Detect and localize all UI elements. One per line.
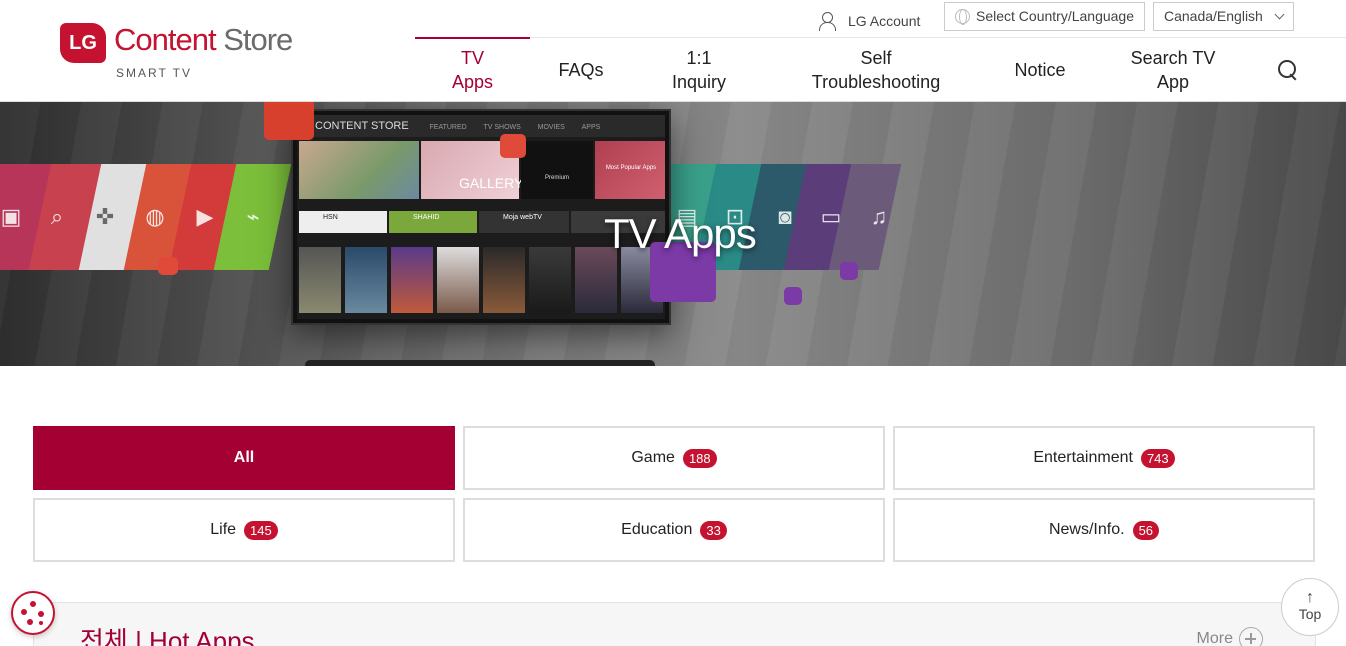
- lg-account-link[interactable]: LG Account: [818, 6, 920, 35]
- hero-title: TV Apps: [604, 210, 757, 257]
- tv-header-bar: CONTENT STORE FEATURED TV SHOWS MOVIES A…: [297, 115, 665, 137]
- retro-tv-icon: ▭: [820, 204, 842, 229]
- lg-logo-mark: LG: [60, 23, 106, 63]
- category-label: News/Info.: [1048, 521, 1125, 538]
- tv-featured-tile: [299, 141, 419, 199]
- lg-account-label: LG Account: [848, 12, 921, 29]
- decorative-cube: [784, 287, 802, 305]
- tv-poster: [345, 247, 387, 313]
- tv-app-shahid: SHAHID: [389, 211, 477, 233]
- search-icon[interactable]: [1277, 59, 1299, 81]
- globe-icon: ◍: [145, 204, 165, 229]
- lg-content-store-logo[interactable]: LG Content Store SMART TV: [60, 20, 330, 82]
- tv-stand: [305, 360, 655, 366]
- count-badge: 743: [1140, 448, 1175, 468]
- site-header: LG Content Store SMART TV LG Account Sel…: [0, 0, 1346, 102]
- tv-apps-icon: ▣: [0, 204, 22, 229]
- category-label: All: [233, 449, 255, 466]
- nav-notice[interactable]: Notice: [995, 38, 1085, 101]
- category-all[interactable]: All: [33, 426, 455, 490]
- more-button[interactable]: More: [1197, 627, 1263, 646]
- category-label: Education: [621, 521, 693, 538]
- tv-popular-tile: Most Popular Apps: [595, 141, 665, 199]
- gamepad-icon: ✜: [95, 204, 115, 229]
- country-dropdown-value: Canada/English: [1164, 8, 1263, 24]
- decorative-cube: [500, 134, 526, 158]
- count-badge: 33: [700, 520, 727, 540]
- logo-subtitle: SMART TV: [116, 66, 193, 80]
- tv-premium-tile: Premium: [521, 141, 593, 199]
- tv-poster: [437, 247, 479, 313]
- tv-poster: [299, 247, 341, 313]
- tv-poster: [483, 247, 525, 313]
- arrow-up-icon: ↑: [1306, 589, 1314, 606]
- search-icon: ⌕: [50, 204, 64, 229]
- back-to-top-button[interactable]: ↑ Top: [1281, 578, 1339, 636]
- hero-banner: ▣ ⌕ ✜ ◍ ▶ ⌁ ▤ ⊡ ◙ ▭ ♫ CONTENT STORE FEAT…: [0, 102, 1346, 366]
- app-category-band-left: ▣ ⌕ ✜ ◍ ▶ ⌁: [0, 164, 292, 270]
- nav-search-tv-app[interactable]: Search TV App: [1118, 38, 1228, 101]
- play-icon: ▶: [196, 204, 214, 229]
- category-entertainment[interactable]: Entertainment 743: [893, 426, 1315, 490]
- nav-inquiry[interactable]: 1:1 Inquiry: [650, 38, 748, 101]
- section-title: 전체 | Hot Apps: [80, 626, 255, 646]
- category-label: Life: [210, 521, 237, 538]
- category-label: Entertainment: [1033, 449, 1133, 466]
- tv-app-hsn: HSN: [299, 211, 387, 233]
- chevron-down-icon: [1274, 9, 1285, 20]
- decorative-cube: [264, 102, 314, 140]
- tv-poster: [529, 247, 571, 313]
- category-education[interactable]: Education 33: [463, 498, 885, 562]
- tv-app-moja: Moja webTV: [479, 211, 569, 233]
- nav-faqs[interactable]: FAQs: [540, 38, 622, 101]
- count-badge: 145: [244, 520, 278, 540]
- count-badge: 56: [1132, 520, 1160, 540]
- speaker-icon: ◙: [778, 204, 792, 229]
- decorative-cube: [158, 257, 178, 275]
- more-label: More: [1196, 630, 1233, 646]
- select-country-language-button[interactable]: Select Country/Language: [944, 2, 1145, 31]
- count-badge: 188: [682, 448, 717, 468]
- country-dropdown[interactable]: Canada/English: [1153, 2, 1294, 31]
- decorative-cube: [840, 262, 858, 280]
- user-icon: [818, 11, 836, 31]
- category-game[interactable]: Game 188: [463, 426, 885, 490]
- logo-wordmark: Content Store: [114, 22, 293, 57]
- cookie-settings-button[interactable]: [11, 591, 55, 635]
- globe-icon: [955, 9, 970, 25]
- category-news-info[interactable]: News/Info. 56: [893, 498, 1315, 562]
- music-icon: ♫: [870, 204, 888, 229]
- top-label: Top: [1298, 606, 1322, 622]
- plus-icon: [1239, 627, 1263, 646]
- antenna-icon: ⌁: [246, 204, 260, 229]
- hot-apps-section: 전체 | Hot Apps More: [33, 602, 1316, 646]
- tv-poster: [391, 247, 433, 313]
- nav-self-troubleshooting[interactable]: Self Troubleshooting: [790, 38, 962, 101]
- nav-tv-apps[interactable]: TV Apps: [415, 37, 530, 100]
- category-label: Game: [631, 449, 675, 466]
- select-country-language-label: Select Country/Language: [976, 8, 1134, 24]
- category-life[interactable]: Life 145: [33, 498, 455, 562]
